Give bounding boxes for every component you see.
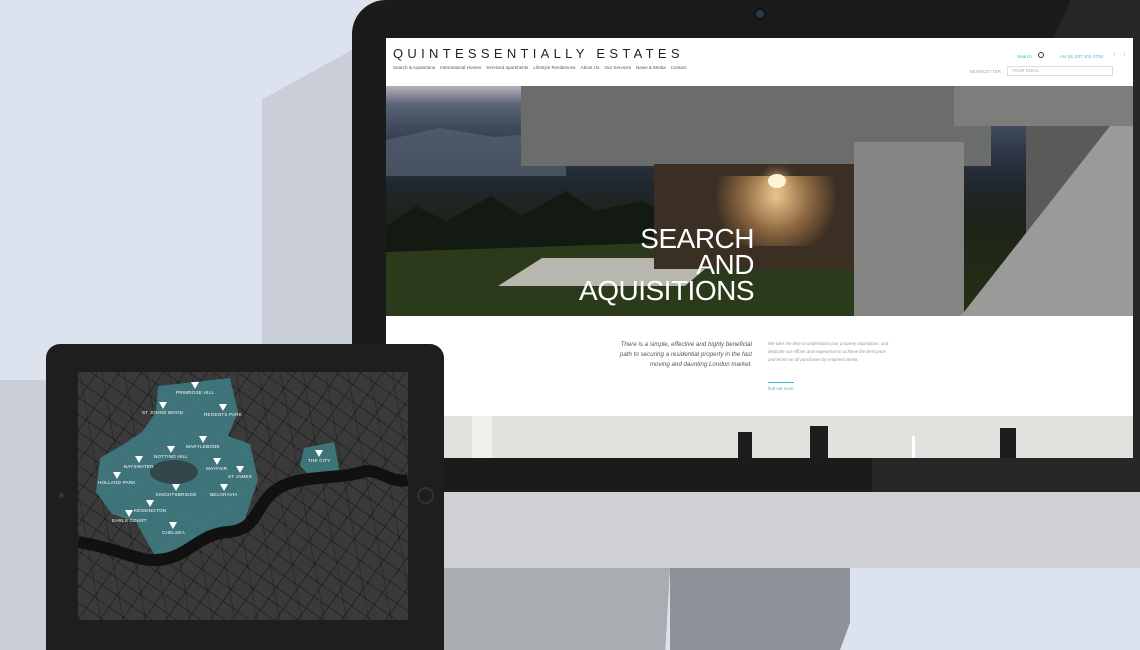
- nav-item-news-media[interactable]: News & Media: [636, 65, 666, 70]
- search-label: Search: [1017, 54, 1032, 59]
- hero-title-line: AQUISITIONS: [579, 275, 754, 306]
- marker-icon: [169, 522, 178, 529]
- marker-icon: [146, 500, 155, 507]
- map-marker-notting-hill[interactable]: NOTTING HILL: [154, 446, 188, 459]
- intro-detail-text: We take the time to understand your prop…: [768, 341, 889, 362]
- website-screen: QUINTESSENTIALLY ESTATES Search & Aquisi…: [386, 38, 1133, 458]
- marker-icon: [172, 484, 181, 491]
- map-marker-primrose-hill[interactable]: PRIMROSE HILL: [176, 382, 214, 395]
- vase: [810, 426, 828, 458]
- map-marker-the-city[interactable]: THE CITY: [308, 450, 331, 463]
- map-marker-st-james[interactable]: ST JAMES: [228, 466, 252, 479]
- marker-icon: [125, 510, 134, 517]
- phone-number[interactable]: +44 (0) 207 201 0700: [1059, 54, 1103, 59]
- marker-icon: [219, 484, 228, 491]
- marker-icon: [134, 456, 143, 463]
- facebook-icon[interactable]: f: [1114, 52, 1115, 58]
- marker-icon: [112, 472, 121, 479]
- hero-upper-building: [954, 86, 1133, 126]
- intro-section: There is a simple, effective and highly …: [386, 316, 1133, 416]
- marker-icon: [198, 436, 207, 443]
- find-out-more-link[interactable]: find out more: [768, 382, 794, 391]
- imac-stand: [440, 568, 670, 650]
- imac-chin: [352, 492, 1140, 568]
- nav-item-lifestyle-residences[interactable]: Lifestyle Residences: [533, 65, 575, 70]
- map-overlay: [78, 378, 408, 567]
- map-marker-mayfair[interactable]: MAYFAIR: [206, 458, 227, 471]
- nav-item-our-services[interactable]: Our Services: [604, 65, 631, 70]
- nav-item-contact[interactable]: Contact: [671, 65, 687, 70]
- hero-lamp: [768, 174, 786, 188]
- main-nav: Search & Aquisitions International Homes…: [393, 65, 686, 70]
- background-shape: [850, 568, 1140, 650]
- nav-item-serviced-apartments[interactable]: Serviced apartments: [486, 65, 528, 70]
- marker-icon: [212, 458, 221, 465]
- newsletter-label: NEWSLETTER: [969, 68, 1001, 74]
- candle: [912, 436, 915, 458]
- newsletter-signup: NEWSLETTER YOUR EMAIL: [970, 66, 1113, 76]
- search-icon[interactable]: [1037, 52, 1044, 58]
- marker-icon: [235, 466, 244, 473]
- map-marker-holland-park[interactable]: HOLLAND PARK: [98, 472, 136, 485]
- map-marker-belgravia[interactable]: BELGRAVIA: [210, 484, 238, 497]
- marker-icon: [158, 402, 167, 409]
- marker-icon: [219, 404, 228, 411]
- nav-item-about-us[interactable]: About Us: [581, 65, 600, 70]
- intro-text: There is a simple, effective and highly …: [619, 341, 752, 368]
- map-marker-st-johns-wood[interactable]: ST JOHNS WOOD: [142, 402, 183, 415]
- map-marker-earls-court[interactable]: EARLS COURT: [112, 510, 147, 523]
- map-marker-regents-park[interactable]: REGENTS PARK: [204, 404, 242, 417]
- home-button[interactable]: [417, 487, 434, 504]
- header-search[interactable]: Search +44 (0) 207 201 0700: [1011, 52, 1103, 59]
- camera-icon: [756, 10, 764, 18]
- site-logo[interactable]: QUINTESSENTIALLY ESTATES: [393, 46, 684, 61]
- map-marker-bayswater[interactable]: BAYSWATER: [124, 456, 154, 469]
- lower-image-shelf: [472, 416, 492, 458]
- hero-title: SEARCH AND AQUISITIONS: [564, 225, 754, 306]
- camera-icon: [59, 493, 64, 498]
- nav-item-international-homes[interactable]: International Homes: [440, 65, 481, 70]
- imac-stand-shadow: [670, 568, 870, 650]
- map-marker-marylebone[interactable]: MARYLEBONE: [186, 436, 220, 449]
- map-marker-chelsea[interactable]: CHELSEA: [162, 522, 185, 535]
- vase: [738, 432, 752, 458]
- map-marker-knightsbridge[interactable]: KNIGHTSBRIDGE: [156, 484, 197, 497]
- hyde-park: [150, 460, 198, 484]
- hero-side-wall: [854, 142, 964, 316]
- lower-image: [386, 416, 1133, 458]
- marker-icon: [191, 382, 200, 389]
- email-input[interactable]: YOUR EMAIL: [1007, 66, 1113, 76]
- site-header: QUINTESSENTIALLY ESTATES Search & Aquisi…: [386, 38, 1133, 86]
- marker-icon: [315, 450, 324, 457]
- hero-image: SEARCH AND AQUISITIONS: [386, 86, 1133, 316]
- nav-item-search-aquisitions[interactable]: Search & Aquisitions: [393, 65, 435, 70]
- vase: [1000, 428, 1016, 458]
- twitter-icon[interactable]: t: [1124, 52, 1125, 58]
- marker-icon: [167, 446, 176, 453]
- london-map: PRIMROSE HILL ST JOHNS WOOD REGENTS PARK…: [78, 372, 408, 620]
